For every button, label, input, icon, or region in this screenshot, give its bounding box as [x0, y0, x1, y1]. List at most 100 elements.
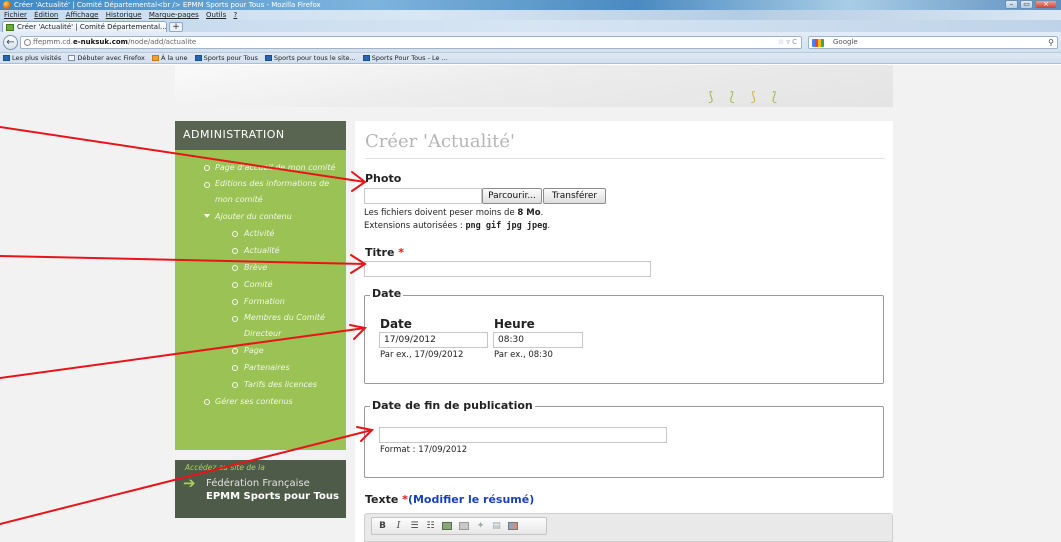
menu-historique[interactable]: Historique: [106, 11, 142, 19]
date-legend: Date: [370, 287, 404, 300]
upload-button[interactable]: Transférer: [543, 188, 606, 204]
url-bar-actions[interactable]: ☆ ▿ C: [778, 37, 797, 48]
window-titlebar: Créer 'Actualité' | Comité Départemental…: [0, 0, 1061, 10]
menu-item-accueil[interactable]: Page d'accueil de mon comité: [175, 159, 346, 176]
menu-item-page[interactable]: Page: [175, 342, 346, 359]
size-hint-text: Les fichiers doivent peser moins de: [364, 208, 518, 218]
main-content: Créer 'Actualité' Photo Parcourir... Tra…: [355, 121, 893, 542]
tab-bar: Créer 'Actualité' | Comité Départemental…: [0, 20, 1061, 32]
menu-outils[interactable]: Outils: [206, 11, 226, 19]
end-date-input[interactable]: [379, 427, 667, 443]
bookmark-page-icon: [68, 55, 76, 61]
admin-menu-list: Page d'accueil de mon comité Editions de…: [175, 150, 346, 410]
bullet-list-icon[interactable]: ☰: [410, 521, 419, 531]
window-title: Créer 'Actualité' | Comité Départemental…: [14, 1, 321, 9]
time-hint: Par ex., 08:30: [494, 350, 553, 360]
url-domain: e-nuksuk.com: [72, 38, 128, 46]
photo-extensions-hint: Extensions autorisées : png gif jpg jpeg…: [364, 221, 550, 231]
bookmark-star-icon: [194, 55, 202, 61]
minimize-button[interactable]: –: [1005, 0, 1018, 9]
size-hint-value: 8 Mo: [517, 208, 541, 218]
ext-hint-text: Extensions autorisées :: [364, 221, 466, 231]
bookmark-plus-visites[interactable]: Les plus visités: [3, 53, 61, 64]
menu-item-gerer-contenus[interactable]: Gérer ses contenus: [175, 393, 346, 410]
ext-hint-values: png gif jpg jpeg: [465, 221, 548, 231]
bold-icon[interactable]: B: [378, 521, 387, 531]
titre-label: Titre *: [365, 246, 404, 259]
federation-link-block[interactable]: Accédez au site de la ➔ Fédération Franç…: [175, 460, 346, 518]
menu-item-tarifs[interactable]: Tarifs des licences: [175, 376, 346, 393]
rss-feed-icon: [151, 55, 159, 61]
picture-icon[interactable]: [508, 522, 518, 530]
menu-item-breve[interactable]: Brève: [175, 259, 346, 276]
menu-item-membres[interactable]: Membres du Comité Directeur: [175, 310, 346, 342]
size-hint-end: .: [540, 208, 544, 218]
menu-item-comite[interactable]: Comité: [175, 276, 346, 293]
ext-hint-end: .: [547, 221, 551, 231]
time-input[interactable]: 08:30: [493, 332, 583, 348]
photo-file-field[interactable]: [364, 188, 482, 204]
url-bar[interactable]: ffepmm.cd.e-nuksuk.com/node/add/actualit…: [20, 36, 802, 49]
bookmark-sports-pour-tous[interactable]: Sports pour Tous: [194, 53, 258, 64]
bookmark-sports-site[interactable]: Sports pour tous le site...: [264, 53, 356, 64]
federation-name-line1: Fédération Française: [206, 478, 310, 489]
flash-icon[interactable]: ✦: [476, 521, 485, 531]
site-favicon-icon: [6, 24, 14, 31]
new-tab-button[interactable]: +: [169, 22, 183, 32]
menu-fichier[interactable]: Fichier: [4, 11, 27, 19]
numbered-list-icon[interactable]: ☷: [426, 521, 435, 531]
google-engine-icon[interactable]: [812, 39, 824, 47]
bookmark-sports-le[interactable]: Sports Pour Tous - Le ...: [362, 53, 448, 64]
bookmark-label: Les plus visités: [12, 54, 62, 62]
texte-label-text: Texte: [365, 493, 399, 506]
search-icon[interactable]: ⚲: [1048, 37, 1054, 48]
image-alt-icon[interactable]: [459, 522, 469, 530]
menu-edition[interactable]: Édition: [34, 11, 58, 19]
window-controls: – ▭ ×: [1005, 0, 1057, 9]
menu-item-ajouter-contenu[interactable]: Ajouter du contenu: [175, 208, 346, 225]
menu-marque-pages[interactable]: Marque-pages: [149, 11, 199, 19]
menu-aide[interactable]: ?: [234, 11, 238, 19]
url-prefix: ffepmm.cd.: [33, 38, 73, 46]
date-input[interactable]: 17/09/2012: [379, 332, 488, 348]
search-placeholder: Google: [833, 38, 858, 46]
end-date-legend: Date de fin de publication: [370, 399, 535, 412]
end-date-hint: Format : 17/09/2012: [380, 445, 468, 455]
federation-name-line2: EPMM Sports pour Tous: [206, 491, 339, 502]
bookmark-label: À la une: [160, 54, 188, 62]
url-path: /node/add/actualite: [127, 38, 197, 46]
maximize-button[interactable]: ▭: [1020, 0, 1033, 9]
editor-toolbar: B I ☰ ☷ ✦ ▤: [371, 517, 547, 535]
rich-text-editor[interactable]: B I ☰ ☷ ✦ ▤: [364, 513, 893, 542]
close-window-button[interactable]: ×: [1035, 0, 1057, 9]
site-identity-icon[interactable]: [24, 39, 31, 46]
menu-item-editions[interactable]: Editions des informations de mon comité: [175, 176, 346, 208]
image-icon[interactable]: [442, 522, 452, 530]
browse-button[interactable]: Parcourir...: [482, 188, 542, 204]
tab-label: Créer 'Actualité' | Comité Départemental…: [17, 23, 167, 31]
bookmark-a-la-une[interactable]: À la une: [151, 53, 188, 64]
menu-item-partenaires[interactable]: Partenaires: [175, 359, 346, 376]
edit-summary-link[interactable]: (Modifier le résumé): [408, 493, 534, 506]
menu-item-formation[interactable]: Formation: [175, 293, 346, 310]
menu-affichage[interactable]: Affichage: [66, 11, 99, 19]
search-bar[interactable]: Google ⚲: [808, 36, 1058, 49]
paste-icon[interactable]: ▤: [492, 521, 501, 531]
menu-item-actualite[interactable]: Actualité: [175, 242, 346, 259]
date-hint: Par ex., 17/09/2012: [380, 350, 464, 360]
titre-input[interactable]: [364, 261, 651, 277]
titre-label-text: Titre: [365, 246, 395, 259]
menu-item-activite[interactable]: Activité: [175, 225, 346, 242]
required-marker: *: [398, 246, 405, 259]
bookmark-star-icon: [362, 55, 370, 61]
arrow-right-icon: ➔: [183, 474, 196, 492]
tab-creer-actualite[interactable]: Créer 'Actualité' | Comité Départemental…: [2, 21, 167, 32]
bookmark-debuter-firefox[interactable]: Débuter avec Firefox: [68, 53, 145, 64]
firefox-logo-icon: [3, 1, 11, 9]
back-button[interactable]: ←: [3, 35, 18, 50]
bookmark-label: Sports pour tous le site...: [273, 54, 356, 62]
admin-menu: ADMINISTRATION Page d'accueil de mon com…: [175, 121, 346, 450]
italic-icon[interactable]: I: [394, 521, 403, 531]
texte-label: Texte *(Modifier le résumé): [365, 493, 534, 506]
bookmark-label: Sports Pour Tous - Le ...: [371, 54, 448, 62]
